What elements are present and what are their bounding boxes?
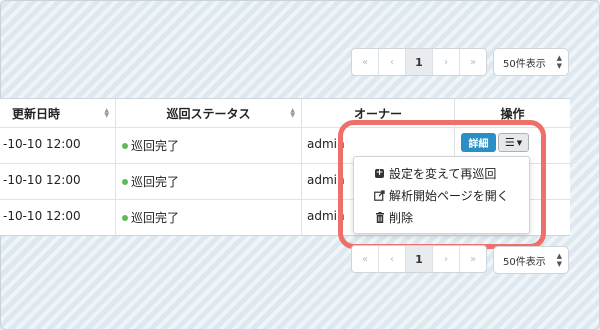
select-updown-icon: ▲ ▼ — [556, 54, 562, 70]
page-next-button[interactable]: › — [432, 49, 459, 75]
status-ok-icon — [122, 215, 128, 221]
sort-icon: ▲ ▼ — [104, 107, 109, 119]
page-last-button[interactable]: » — [459, 49, 486, 75]
callout-highlight — [338, 120, 546, 249]
page-first-button[interactable]: « — [352, 246, 378, 272]
cell-updated: -10-10 12:00 — [3, 209, 81, 223]
cell-status: 巡回完了 — [115, 200, 301, 235]
page-first-button[interactable]: « — [352, 49, 378, 75]
page-last-button[interactable]: » — [459, 246, 486, 272]
cell-status: 巡回完了 — [115, 164, 301, 199]
column-header-status[interactable]: 巡回ステータス ▲ ▼ — [115, 99, 301, 127]
status-ok-icon — [122, 179, 128, 185]
per-page-select-top[interactable]: 50件表示 ▲ ▼ — [493, 48, 569, 76]
select-updown-icon: ▲ ▼ — [556, 252, 562, 268]
cell-updated: -10-10 12:00 — [3, 173, 81, 187]
per-page-value: 50件表示 — [503, 58, 546, 70]
sort-icon: ▲ ▼ — [290, 107, 295, 119]
per-page-value: 50件表示 — [503, 256, 546, 268]
per-page-select-bottom[interactable]: 50件表示 ▲ ▼ — [493, 246, 569, 274]
page-current[interactable]: 1 — [405, 49, 432, 75]
pagination-bottom: « ‹ 1 › » — [351, 245, 487, 273]
cell-status: 巡回完了 — [115, 128, 301, 163]
page-current[interactable]: 1 — [405, 246, 432, 272]
pagination-top: « ‹ 1 › » — [351, 48, 487, 76]
page-prev-button[interactable]: ‹ — [378, 49, 405, 75]
page-prev-button[interactable]: ‹ — [378, 246, 405, 272]
cell-updated: -10-10 12:00 — [3, 137, 81, 151]
page-next-button[interactable]: › — [432, 246, 459, 272]
status-ok-icon — [122, 143, 128, 149]
column-header-updated[interactable]: 更新日時 ▲ ▼ — [0, 99, 115, 127]
